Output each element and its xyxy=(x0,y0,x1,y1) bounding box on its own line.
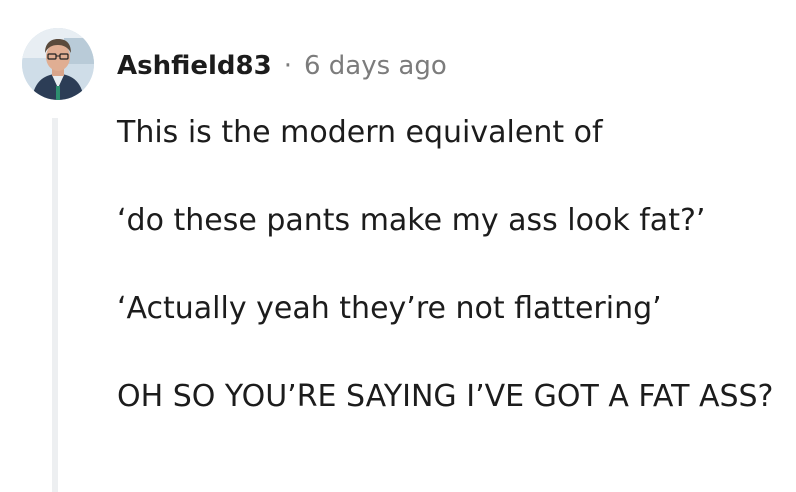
comment-paragraph: ‘Actually yeah they’re not flattering’ xyxy=(117,291,662,326)
comment-meta: Ashfield83 · 6 days ago xyxy=(117,46,447,86)
username-link[interactable]: Ashfield83 xyxy=(117,46,272,86)
comment-paragraph: ‘do these pants make my ass look fat?’ xyxy=(117,203,706,238)
comment-paragraph: This is the modern equivalent of xyxy=(117,115,603,150)
comment: Ashfield83 · 6 days ago This is the mode… xyxy=(0,0,796,492)
avatar[interactable] xyxy=(22,28,94,100)
meta-separator: · xyxy=(283,51,292,81)
comment-body: This is the modern equivalent of ‘do the… xyxy=(117,110,777,462)
avatar-photo-icon xyxy=(22,28,94,100)
thread-collapse-line[interactable] xyxy=(52,118,58,492)
comment-paragraph: OH SO YOU’RE SAYING I’VE GOT A FAT ASS? xyxy=(117,379,774,414)
timestamp-link[interactable]: 6 days ago xyxy=(304,46,447,86)
